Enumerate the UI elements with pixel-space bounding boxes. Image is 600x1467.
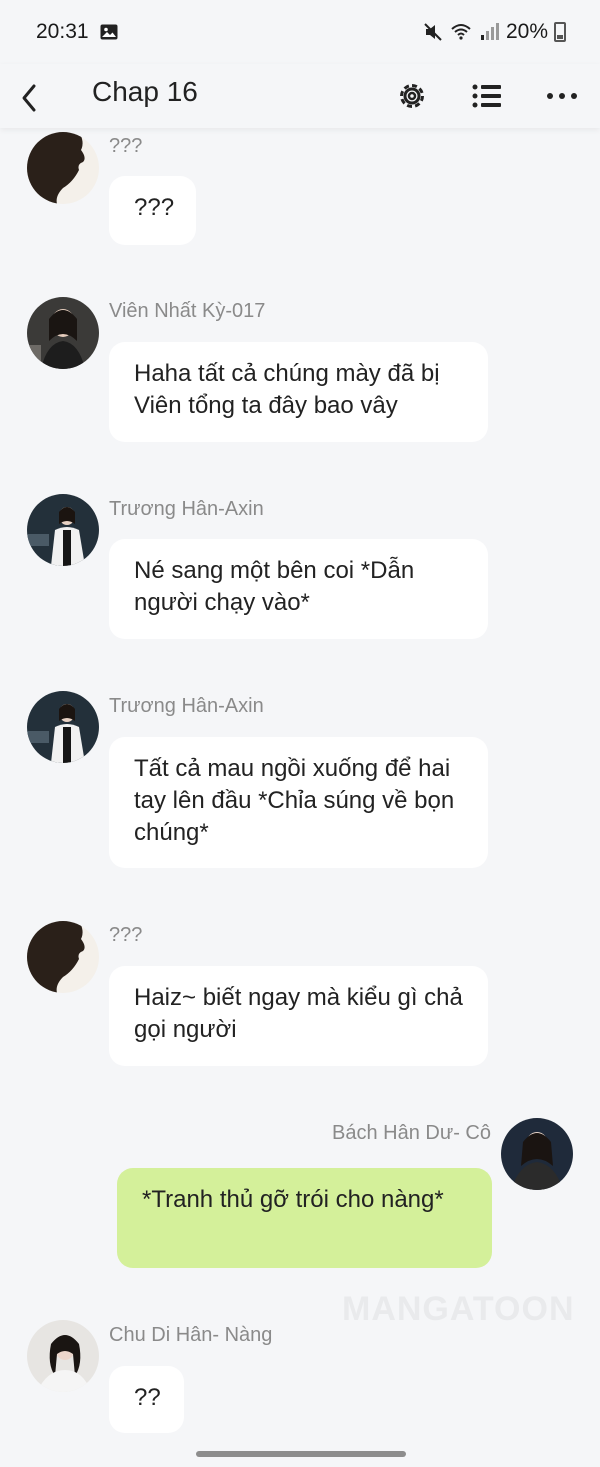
chevron-left-icon (22, 84, 36, 112)
more-horizontal-icon (547, 93, 577, 99)
battery-icon (554, 22, 566, 42)
page-title: Chap 16 (92, 76, 198, 107)
status-bar: 20:31 20% (0, 0, 600, 64)
silhouette-avatar-image (27, 921, 99, 993)
photo-avatar-image (501, 1118, 573, 1190)
avatar[interactable] (27, 494, 99, 566)
settings-button[interactable] (390, 74, 434, 118)
message-bubble[interactable]: Né sang một bên coi *Dẫn người chạy vào* (109, 539, 488, 639)
list-icon (472, 84, 501, 108)
gear-icon (400, 84, 424, 108)
photo-avatar-image (27, 494, 99, 566)
silhouette-avatar-image (27, 132, 99, 204)
photo-avatar-image (27, 297, 99, 369)
sender-name: Trương Hân-Axin (109, 498, 264, 520)
gallery-notification-icon (100, 24, 118, 40)
wifi-icon (451, 24, 471, 40)
message-bubble[interactable]: Haha tất cả chúng mày đã bị Viên tổng ta… (109, 342, 488, 442)
avatar[interactable] (27, 1320, 99, 1392)
mute-icon (424, 23, 442, 41)
photo-avatar-image (27, 1320, 99, 1392)
more-button[interactable] (540, 74, 584, 118)
photo-avatar-image (27, 691, 99, 763)
back-button[interactable] (12, 74, 52, 118)
status-time: 20:31 (36, 20, 89, 43)
message-bubble[interactable]: ?? (109, 1366, 184, 1433)
signal-icon (480, 23, 499, 40)
avatar[interactable] (27, 297, 99, 369)
sender-name: ??? (109, 135, 143, 157)
sender-name: Trương Hân-Axin (109, 695, 264, 717)
avatar[interactable] (27, 691, 99, 763)
home-indicator[interactable] (196, 1451, 406, 1457)
avatar[interactable] (501, 1118, 573, 1190)
message-bubble[interactable]: Haiz~ biết ngay mà kiểu gì chả gọi người (109, 966, 488, 1066)
message-bubble[interactable]: ??? (109, 176, 196, 245)
message-bubble[interactable]: *Tranh thủ gỡ trói cho nàng* (117, 1168, 492, 1268)
avatar[interactable] (27, 921, 99, 993)
sender-name: Bách Hân Dư- Cô (331, 1122, 491, 1144)
watermark: MANGATOON (342, 1290, 575, 1328)
sender-name: Chu Di Hân- Nàng (109, 1324, 273, 1346)
avatar[interactable] (27, 132, 99, 204)
sender-name: Viên Nhất Kỳ-017 (109, 300, 266, 322)
sender-name: ??? (109, 924, 143, 946)
message-bubble[interactable]: Tất cả mau ngồi xuống để hai tay lên đầu… (109, 737, 488, 868)
chapter-list-button[interactable] (465, 74, 509, 118)
app-bar: Chap 16 (0, 64, 600, 128)
battery-percent: 20% (505, 20, 548, 43)
